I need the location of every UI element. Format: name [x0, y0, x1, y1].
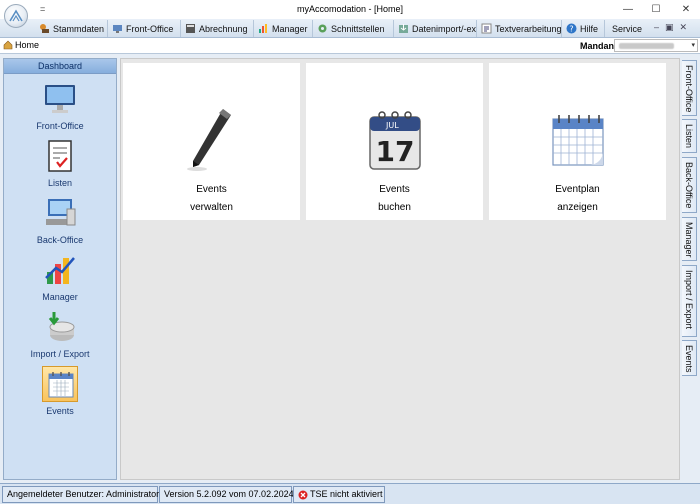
status-version: Version 5.2.092 vom 07.02.2024 — [159, 486, 294, 503]
sidebar-item-front-office[interactable]: Front-Office — [4, 81, 116, 137]
side-tab-events[interactable]: Events — [682, 340, 697, 376]
mandant-select[interactable]: ▾ — [614, 39, 698, 52]
tab-textverarbeitung[interactable]: Textverarbeitung — [478, 20, 562, 37]
right-side-tabs: Front-Office Listen Back-Office Manager … — [682, 58, 698, 480]
tab-datenimport[interactable]: Datenimport/-exp — [395, 20, 477, 37]
chevron-down-icon: ▾ — [691, 42, 695, 49]
status-bar: Angemeldeter Benutzer: Administrator Ver… — [0, 483, 700, 504]
pen-icon — [179, 103, 245, 175]
tab-stammdaten[interactable]: Stammdaten — [36, 20, 108, 37]
ribbon-close-icon[interactable]: ✕ — [680, 22, 688, 33]
tile-events-buchen[interactable]: JUL 17 Events buchen — [306, 63, 483, 220]
calendar-day: 17 — [376, 135, 415, 168]
calendar-month: JUL — [385, 121, 399, 130]
sidebar-header[interactable]: Dashboard — [4, 59, 116, 74]
dashboard-content: Events verwalten JUL 17 Events buchen Ev… — [120, 58, 680, 480]
side-tab-back-office[interactable]: Back-Office — [682, 157, 697, 213]
ribbon-restore-icon[interactable]: ▣ — [665, 22, 674, 33]
error-icon — [298, 490, 308, 499]
tile-eventplan-anzeigen[interactable]: Eventplan anzeigen — [489, 63, 666, 220]
sidebar-item-listen[interactable]: Listen — [4, 138, 116, 194]
help-icon: ? — [566, 23, 577, 34]
side-tab-listen[interactable]: Listen — [682, 119, 697, 153]
mandant-value-redacted — [619, 43, 674, 49]
tab-front-office[interactable]: Front-Office — [109, 20, 181, 37]
bar-chart-icon — [42, 252, 78, 288]
minimize-button[interactable]: — — [614, 0, 642, 19]
tile-events-verwalten[interactable]: Events verwalten — [123, 63, 300, 220]
checklist-icon — [42, 138, 78, 174]
side-tab-front-office[interactable]: Front-Office — [682, 60, 697, 116]
sidebar-item-manager[interactable]: Manager — [4, 252, 116, 308]
ribbon-minimize-icon[interactable]: – — [654, 22, 659, 33]
svg-text:?: ? — [569, 25, 573, 34]
window-title: myAccomodation - [Home] — [296, 4, 404, 14]
breadcrumb-bar: Home Mandant: ▾ — [0, 38, 700, 54]
text-icon — [481, 23, 492, 34]
gear-icon — [318, 24, 327, 33]
breadcrumb[interactable]: Home — [3, 40, 39, 50]
side-tab-manager[interactable]: Manager — [682, 217, 697, 261]
stammdaten-icon — [40, 24, 49, 33]
calculator-icon — [186, 24, 195, 33]
status-tse: TSE nicht aktiviert — [293, 486, 385, 503]
chart-icon — [259, 24, 267, 33]
import-icon — [399, 24, 408, 33]
tab-service[interactable]: Service — [606, 20, 650, 37]
home-icon — [3, 40, 13, 50]
sidebar-item-back-office[interactable]: Back-Office — [4, 195, 116, 251]
ribbon-tabs: Stammdaten Front-Office Abrechnung Manag… — [0, 19, 700, 38]
tab-hilfe[interactable]: ? Hilfe — [563, 20, 605, 37]
ribbon-window-controls: – ▣ ✕ — [654, 22, 687, 33]
sidebar: Dashboard Front-Office Listen Back-Offic… — [3, 58, 117, 480]
tab-schnittstellen[interactable]: Schnittstellen — [314, 20, 394, 37]
tab-manager[interactable]: Manager — [255, 20, 313, 37]
tab-abrechnung[interactable]: Abrechnung — [182, 20, 254, 37]
calendar-plan-icon — [545, 103, 611, 175]
app-logo-icon — [9, 9, 23, 22]
side-tab-import-export[interactable]: Import / Export — [682, 265, 697, 337]
front-office-icon — [113, 25, 122, 33]
monitor-icon — [42, 81, 78, 117]
maximize-button[interactable]: ☐ — [642, 0, 670, 19]
calendar-icon — [42, 366, 78, 402]
sidebar-item-import-export[interactable]: Import / Export — [4, 309, 116, 365]
sidebar-item-events[interactable]: Events — [4, 366, 116, 422]
status-user: Angemeldeter Benutzer: Administrator — [2, 486, 159, 503]
title-bar: = myAccomodation - [Home] — ☐ ✕ — [0, 0, 700, 19]
computer-icon — [42, 195, 78, 231]
date-calendar-icon: JUL 17 — [362, 103, 428, 175]
app-menu-button[interactable] — [4, 4, 28, 28]
close-button[interactable]: ✕ — [672, 0, 700, 19]
import-export-icon — [42, 309, 78, 345]
